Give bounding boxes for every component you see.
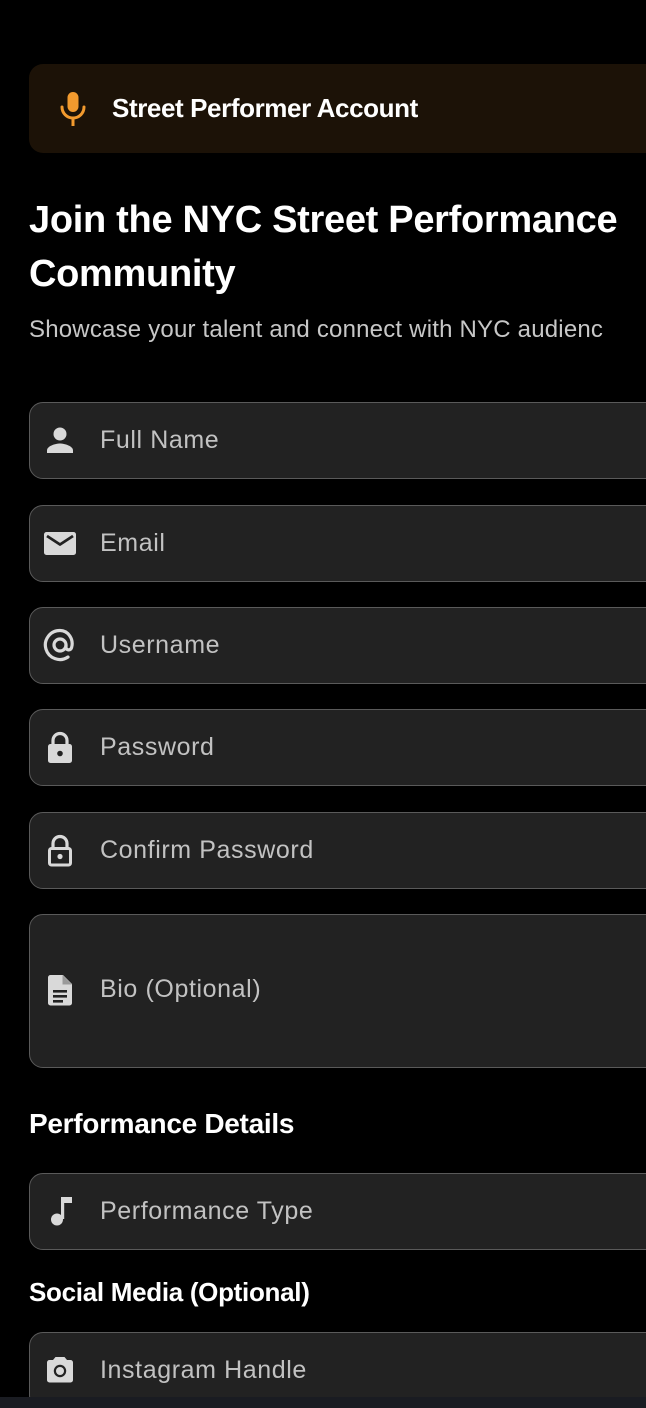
music-note-icon xyxy=(43,1194,77,1228)
performance-section-title: Performance Details xyxy=(29,1108,295,1139)
person-icon xyxy=(43,423,77,457)
account-type-banner: Street Performer Account xyxy=(29,64,646,153)
instagram-input[interactable] xyxy=(100,1333,628,1407)
performance-type-select[interactable]: Performance Type xyxy=(29,1173,646,1250)
bio-input[interactable] xyxy=(100,971,628,1011)
username-field[interactable] xyxy=(29,607,646,684)
camera-icon xyxy=(43,1353,77,1387)
full-name-input[interactable] xyxy=(100,403,628,477)
document-icon xyxy=(43,973,77,1007)
page-title: Join the NYC Street Performance Communit… xyxy=(29,199,618,295)
banner-title: Street Performer Account xyxy=(112,93,418,123)
password-field[interactable] xyxy=(29,709,646,786)
confirm-password-input[interactable] xyxy=(100,813,628,887)
microphone-icon xyxy=(59,91,87,127)
lock-icon xyxy=(43,730,77,764)
email-input[interactable] xyxy=(100,506,628,580)
full-name-field[interactable] xyxy=(29,402,646,479)
signup-page: Street Performer Account Join the NYC St… xyxy=(0,0,646,1408)
email-field[interactable] xyxy=(29,505,646,582)
social-section-title: Social Media (Optional) xyxy=(29,1277,310,1307)
lock-open-icon xyxy=(43,833,77,867)
password-input[interactable] xyxy=(100,710,628,784)
performance-type-value: Performance Type xyxy=(100,1197,314,1225)
confirm-password-field[interactable] xyxy=(29,812,646,889)
bottom-bar xyxy=(0,1397,646,1408)
username-input[interactable] xyxy=(100,608,628,682)
at-sign-icon xyxy=(43,628,77,662)
mail-icon xyxy=(43,526,77,560)
bio-field[interactable] xyxy=(29,914,646,1068)
page-subtitle: Showcase your talent and connect with NY… xyxy=(29,316,604,343)
